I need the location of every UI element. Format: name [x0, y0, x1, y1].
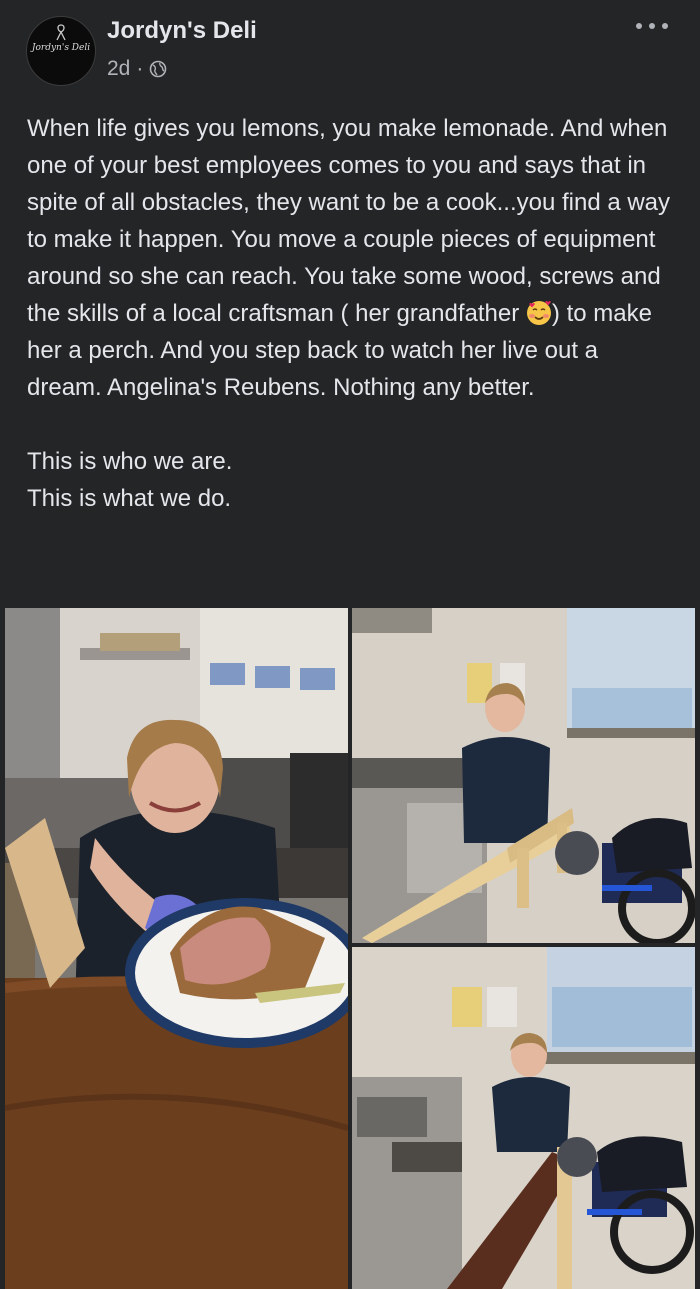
page-avatar[interactable]: Jordyn's Deli: [26, 16, 96, 86]
post-meta: 2d ·: [107, 57, 167, 81]
meta-separator: ·: [136, 57, 144, 80]
post-photo-perch-padded[interactable]: [352, 947, 695, 1289]
avatar-logo-text: Jordyn's Deli: [31, 43, 91, 53]
post-body-part1: When life gives you lemons, you make lem…: [27, 115, 671, 327]
more-dot: [662, 23, 668, 29]
more-options-button[interactable]: [630, 10, 674, 40]
post-closing-paragraph: This is who we are. This is what we do.: [27, 448, 233, 512]
globe-icon: [150, 60, 167, 78]
page-name-link[interactable]: Jordyn's Deli: [107, 17, 257, 45]
post-time[interactable]: 2d: [107, 57, 130, 81]
post-photo-perch-wood[interactable]: [352, 608, 695, 943]
more-horizontal-icon: [636, 23, 642, 29]
post-photo-sandwich[interactable]: [5, 608, 348, 1289]
post-header: Jordyn's Deli Jordyn's Deli 2d ·: [0, 0, 700, 100]
post-body-paragraph: When life gives you lemons, you make lem…: [27, 110, 677, 406]
post-text: When life gives you lemons, you make lem…: [27, 110, 677, 517]
ribbon-icon: [56, 24, 66, 41]
smiling-face-with-hearts-emoji: [526, 301, 551, 325]
more-dot: [649, 23, 655, 29]
